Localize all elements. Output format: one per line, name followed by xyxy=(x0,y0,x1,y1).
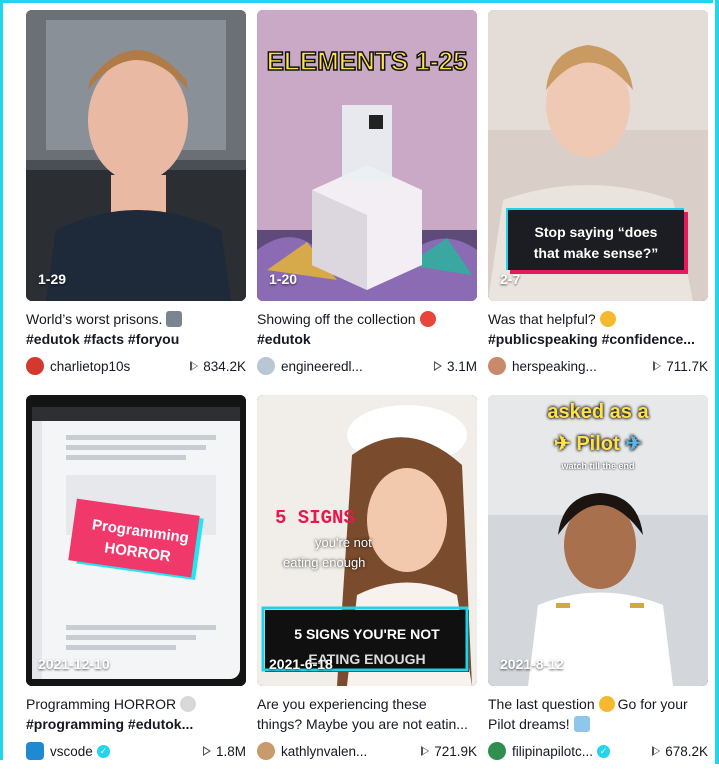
author-name[interactable]: filipinapilotc... xyxy=(512,744,593,759)
video-description: World’s worst prisons. #edutok #facts #f… xyxy=(26,309,246,349)
video-date-label: 1-20 xyxy=(269,271,298,287)
avatar[interactable] xyxy=(488,742,506,760)
description-text: Go for your xyxy=(617,696,688,712)
wink-emoji-icon xyxy=(599,311,616,327)
video-card[interactable]: ELEMENTS 1-25 1-20 Showing off the colle… xyxy=(257,10,477,395)
grin-emoji-icon xyxy=(598,696,615,712)
thumbnail-caption: watch till the end xyxy=(561,461,635,471)
selection-frame-edge xyxy=(715,0,719,764)
video-date-label: 2021-8-12 xyxy=(500,656,564,672)
building-emoji-icon xyxy=(166,311,183,327)
video-description: Showing off the collection #edutok xyxy=(257,309,477,349)
airplane-emoji-icon: ✈ xyxy=(625,433,642,455)
video-thumbnail[interactable]: 1-29 xyxy=(26,10,246,301)
pilot-emoji-icon: ✈ xyxy=(554,433,571,455)
view-count: 711.7K xyxy=(653,359,708,374)
airplane-emoji-icon xyxy=(573,716,590,732)
hashtags[interactable]: #edutok #facts #foryou xyxy=(26,329,246,349)
thumbnail-image: ELEMENTS 1-25 xyxy=(257,10,477,301)
hot-face-emoji-icon xyxy=(419,311,436,327)
video-date-label: 2021-6-18 xyxy=(269,656,333,672)
description-text: Pilot dreams! xyxy=(488,716,570,732)
video-description: Was that helpful? #publicspeaking #confi… xyxy=(488,309,708,349)
thumbnail-caption: asked as a xyxy=(547,401,649,423)
hashtags[interactable]: #publicspeaking #confidence... xyxy=(488,329,708,349)
video-description: Are you experiencing these things? Maybe… xyxy=(257,694,477,734)
verified-icon: ✓ xyxy=(96,744,110,758)
video-date-label: 1-29 xyxy=(38,271,67,287)
description-text: Are you experiencing these xyxy=(257,696,427,712)
video-meta: filipinapilotc... ✓ 678.2K xyxy=(488,740,708,762)
author-name[interactable]: kathlynvalen... xyxy=(281,744,421,759)
video-card[interactable]: Stop saying “does that make sense?” 2-7 … xyxy=(488,10,708,395)
thumbnail-caption: that make sense?” xyxy=(533,245,659,261)
video-meta: engineeredl... 3.1M xyxy=(257,355,477,377)
verified-icon: ✓ xyxy=(597,744,611,758)
thumbnail-title: ELEMENTS 1-25 xyxy=(267,46,468,76)
play-icon xyxy=(202,746,211,756)
description-text: World’s worst prisons. xyxy=(26,311,163,327)
avatar[interactable] xyxy=(488,357,506,375)
view-count: 3.1M xyxy=(433,359,477,374)
vscode-logo-icon[interactable] xyxy=(26,742,44,760)
video-card[interactable]: 1-29 World’s worst prisons. #edutok #fac… xyxy=(26,10,246,395)
video-card[interactable]: 5 SIGNS you're not eating enough 5 SIGNS… xyxy=(257,395,477,780)
video-meta: vscode ✓ 1.8M xyxy=(26,740,246,762)
thumbnail-caption: you're not xyxy=(315,535,372,550)
play-icon xyxy=(421,746,430,756)
view-count: 721.9K xyxy=(421,744,477,759)
thumbnail-caption: 5 SIGNS xyxy=(275,507,355,529)
avatar[interactable] xyxy=(257,742,275,760)
view-count: 1.8M xyxy=(202,744,246,759)
video-thumbnail[interactable]: 5 SIGNS you're not eating enough 5 SIGNS… xyxy=(257,395,477,686)
thumbnail-caption: 5 SIGNS YOU'RE NOT xyxy=(294,626,440,642)
skull-emoji-icon xyxy=(180,696,197,712)
video-thumbnail[interactable]: Stop saying “does that make sense?” 2-7 xyxy=(488,10,708,301)
author-name[interactable]: vscode xyxy=(50,744,93,759)
description-text: things? Maybe you are not eatin... xyxy=(257,716,468,732)
play-icon xyxy=(190,361,199,371)
play-icon xyxy=(653,361,662,371)
thumbnail-caption: eating enough xyxy=(283,555,366,570)
hashtags[interactable]: #programming #edutok... xyxy=(26,714,246,734)
video-meta: charlietop10s 834.2K xyxy=(26,355,246,377)
play-icon xyxy=(652,746,661,756)
video-date-label: 2-7 xyxy=(500,271,521,287)
thumbnail-image xyxy=(26,10,246,301)
video-description: Programming HORROR #programming #edutok.… xyxy=(26,694,246,734)
author-name[interactable]: engineeredl... xyxy=(281,359,434,374)
thumbnail-caption: Stop saying “does xyxy=(534,224,658,240)
play-icon xyxy=(433,361,442,371)
avatar[interactable] xyxy=(257,357,275,375)
video-date-label: 2021-12-10 xyxy=(38,656,110,672)
video-thumbnail[interactable]: ELEMENTS 1-25 1-20 xyxy=(257,10,477,301)
video-thumbnail[interactable]: asked as a ✈ Pilot ✈ watch till the end … xyxy=(488,395,708,686)
view-count: 678.2K xyxy=(652,744,708,759)
description-text: Was that helpful? xyxy=(488,311,596,327)
view-count: 834.2K xyxy=(190,359,246,374)
thumbnail-caption: Pilot xyxy=(576,433,620,455)
author-name[interactable]: herspeaking... xyxy=(512,359,653,374)
hashtags[interactable]: #edutok xyxy=(257,329,477,349)
video-description: The last question Go for your Pilot dream… xyxy=(488,694,708,734)
description-text: Showing off the collection xyxy=(257,311,416,327)
video-thumbnail[interactable]: Programming HORROR 2021-12-10 xyxy=(26,395,246,686)
video-meta: kathlynvalen... 721.9K xyxy=(257,740,477,762)
description-text: Programming HORROR xyxy=(26,696,177,712)
video-card[interactable]: asked as a ✈ Pilot ✈ watch till the end … xyxy=(488,395,708,780)
author-name[interactable]: charlietop10s xyxy=(50,359,190,374)
video-card[interactable]: Programming HORROR 2021-12-10 Programmin… xyxy=(26,395,246,780)
video-grid: 1-29 World’s worst prisons. #edutok #fac… xyxy=(26,10,710,780)
avatar[interactable] xyxy=(26,357,44,375)
description-text: The last question xyxy=(488,696,595,712)
video-meta: herspeaking... 711.7K xyxy=(488,355,708,377)
